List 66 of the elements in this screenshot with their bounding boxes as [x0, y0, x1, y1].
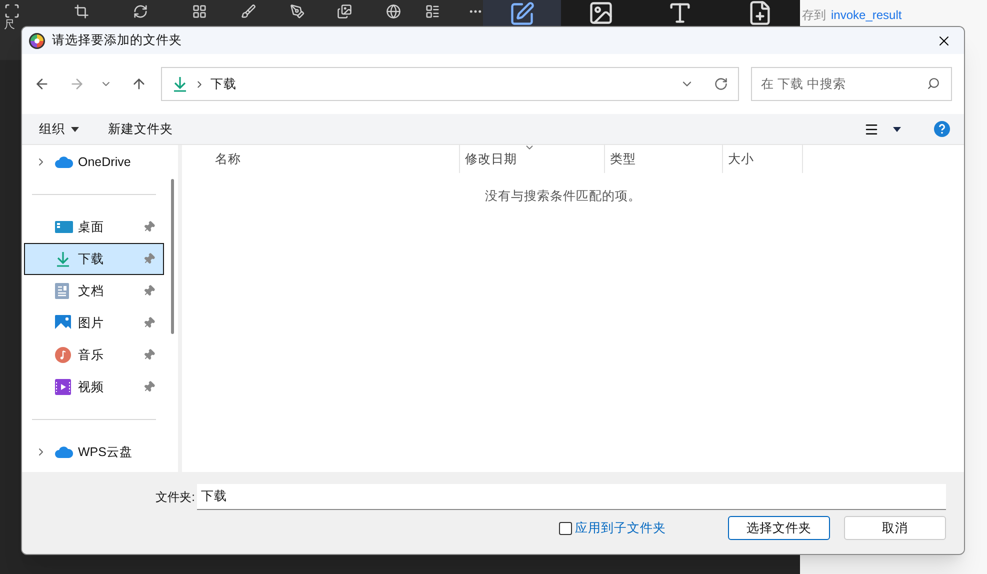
sidebar-item[interactable]: 音乐 [24, 339, 164, 371]
sidebar-item[interactable]: 下载 [24, 243, 164, 275]
column-header[interactable]: 大小 [723, 145, 803, 173]
sidebar-label: 文档 [78, 282, 104, 300]
empty-message: 没有与搜索条件匹配的项。 [484, 188, 641, 205]
rotate-icon[interactable] [133, 3, 148, 20]
sidebar-item[interactable]: WPS云盘 [24, 436, 164, 468]
sidebar-item[interactable]: OneDrive [24, 146, 164, 178]
command-button[interactable]: 组织 [39, 120, 79, 138]
column-header[interactable]: 修改日期 [460, 145, 605, 173]
grid-icon[interactable] [192, 3, 207, 20]
caret-icon[interactable] [71, 126, 79, 132]
globe-icon[interactable] [386, 3, 401, 20]
folder-field[interactable]: 下载 [197, 484, 946, 510]
cloud-icon [55, 156, 73, 168]
checkbox[interactable] [559, 522, 572, 534]
sidebar-label: 下载 [78, 250, 104, 268]
brush-icon[interactable] [241, 3, 256, 20]
result-link[interactable]: invoke_result [831, 6, 902, 24]
address-bar[interactable]: 下载 [160, 67, 739, 101]
cloud-icon [55, 446, 73, 458]
column-header[interactable]: 名称 [184, 145, 460, 173]
sidebar-label: 视频 [78, 378, 104, 396]
help-icon[interactable] [934, 121, 950, 137]
edit-icon[interactable] [508, 1, 535, 27]
sidebar-label: WPS云盘 [78, 444, 132, 461]
sidebar-item[interactable]: 桌面 [24, 211, 164, 243]
picture-icon [55, 315, 71, 331]
sidebar-item[interactable]: 文档 [24, 275, 164, 307]
desktop-icon [55, 220, 73, 234]
command-button[interactable]: 新建文件夹 [108, 120, 173, 138]
app-logo-icon [29, 32, 45, 48]
layout-icon[interactable] [425, 3, 440, 20]
save-label: 存到 [802, 7, 826, 24]
sidebar-item[interactable]: 视频 [24, 371, 164, 403]
frame-icon[interactable] [4, 3, 20, 19]
download-icon [172, 76, 188, 92]
window-title: 请选择要添加的文件夹 [52, 32, 182, 50]
sidebar-label: OneDrive [78, 154, 131, 171]
view-options-icon[interactable] [864, 122, 879, 136]
search-icon[interactable] [927, 77, 940, 90]
video-icon [55, 379, 71, 395]
refresh-icon[interactable] [714, 77, 728, 91]
pen-icon[interactable] [290, 3, 305, 20]
sidebar-item[interactable]: 图片 [24, 307, 164, 339]
images-icon[interactable] [337, 3, 352, 20]
music-icon [55, 347, 71, 363]
back-icon[interactable] [34, 76, 50, 92]
search-field[interactable]: 在 下载 中搜索 [750, 67, 952, 101]
breadcrumb[interactable]: 下载 [210, 74, 237, 94]
crop-icon[interactable] [74, 3, 89, 20]
sidebar-label: 音乐 [78, 346, 104, 364]
column-header[interactable]: 类型 [605, 145, 723, 173]
sidebar-label: 图片 [78, 314, 104, 332]
download-icon [55, 251, 71, 267]
image-icon[interactable] [588, 0, 614, 26]
toolbar-label: 尺 [4, 19, 15, 31]
checkbox-label[interactable]: 应用到子文件夹 [575, 518, 666, 538]
dropdown-caret-icon[interactable] [893, 126, 901, 132]
dialog-button[interactable]: 取消 [844, 516, 946, 540]
scrollbar-thumb[interactable] [170, 179, 174, 334]
up-icon[interactable] [130, 76, 147, 92]
dialog-button[interactable]: 选择文件夹 [728, 516, 830, 540]
document-icon [55, 283, 69, 299]
folder-label: 文件夹: [154, 489, 195, 506]
sidebar-label: 桌面 [78, 218, 104, 236]
